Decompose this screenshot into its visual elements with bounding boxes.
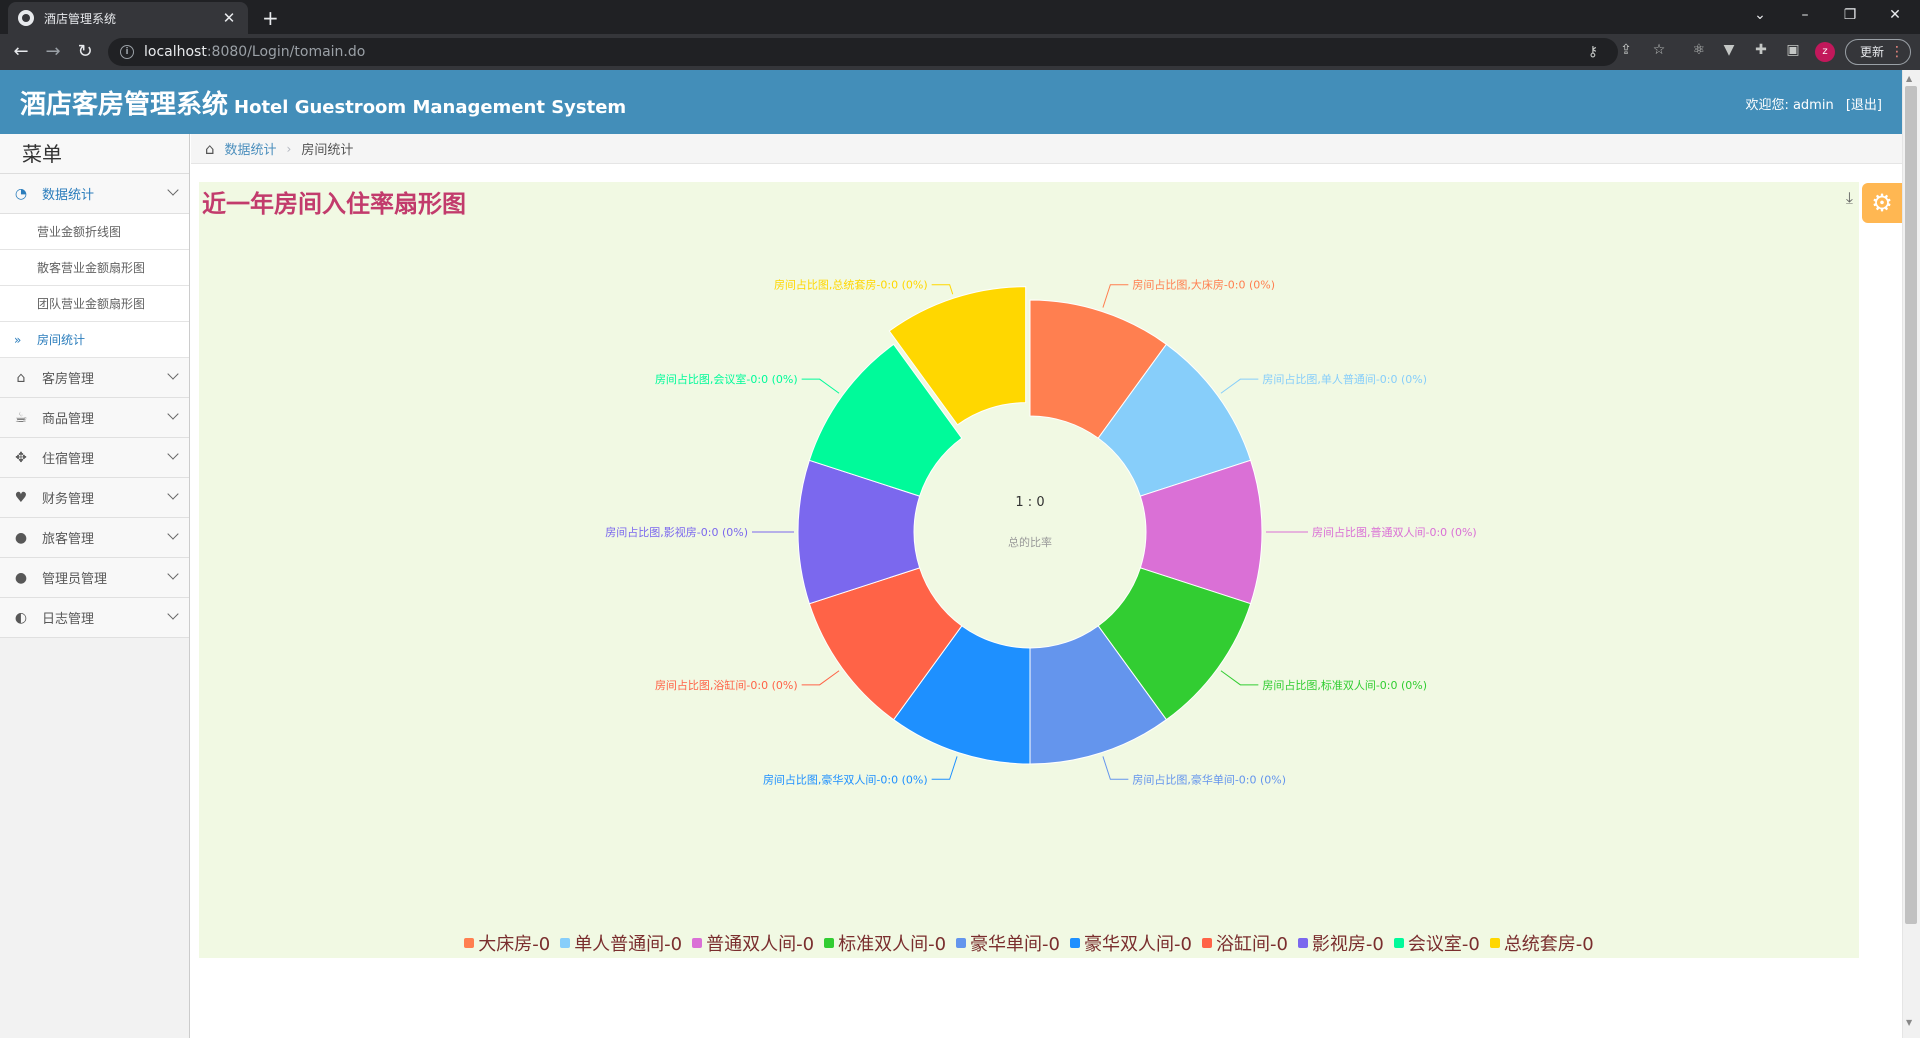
- label-leader-line: [1220, 670, 1259, 686]
- pie-chart: 房间占比图,大床房-0:0 (0%) 房间占比图,单人普通间-0:0 (0%) 房间…: [605, 278, 1477, 787]
- donut-center-subtext: 总的比率: [1008, 535, 1052, 549]
- slice-label: 房间占比图,豪华单间-0:0 (0%): [1132, 772, 1286, 786]
- legend-item[interactable]: 豪华双人间-0: [1070, 930, 1192, 956]
- legend-item[interactable]: 标准双人间-0: [824, 930, 946, 956]
- legend-label: 豪华单间-0: [970, 934, 1060, 955]
- legend-label: 豪华双人间-0: [1084, 934, 1192, 955]
- legend-item[interactable]: 普通双人间-0: [692, 930, 814, 956]
- legend-item[interactable]: 浴缸间-0: [1201, 930, 1288, 956]
- slice-label: 房间占比图,浴缸间-0:0 (0%): [655, 678, 798, 692]
- legend-swatch: [1393, 938, 1404, 948]
- legend-label: 浴缸间-0: [1215, 934, 1288, 955]
- legend-item[interactable]: 总统套房-0: [1489, 930, 1594, 956]
- chart-legend: 大床房-0 单人普通间-0 普通双人间-0 标准双人间-0 豪华单间-0 豪华双人间-0 浴…: [199, 931, 1859, 955]
- legend-item[interactable]: 大床房-0: [464, 930, 550, 956]
- legend-label: 普通双人间-0: [706, 934, 815, 955]
- slice-label: 房间占比图,大床房-0:0 (0%): [1132, 278, 1275, 292]
- legend-label: 总统套房-0: [1503, 934, 1594, 955]
- legend-item[interactable]: 单人普通间-0: [560, 930, 682, 956]
- slice-label: 房间占比图,单人普通间-0:0 (0%): [1262, 372, 1427, 386]
- scroll-down-arrow-icon[interactable]: ▼: [1906, 1018, 1912, 1027]
- legend-item[interactable]: 影视房-0: [1297, 930, 1384, 956]
- label-leader-line: [801, 378, 840, 394]
- slice-label: 房间占比图,会议室-0:0 (0%): [655, 372, 798, 386]
- label-leader-line: [1102, 756, 1129, 780]
- legend-label: 会议室-0: [1407, 934, 1480, 955]
- legend-swatch: [1070, 938, 1080, 948]
- legend-swatch: [824, 938, 835, 948]
- slice-label: 房间占比图,总统套房-0:0 (0%): [774, 278, 928, 292]
- legend-swatch: [956, 938, 967, 948]
- label-leader-line: [931, 284, 954, 295]
- legend-item[interactable]: 会议室-0: [1393, 930, 1480, 956]
- label-leader-line: [801, 670, 840, 686]
- legend-swatch: [692, 938, 703, 948]
- legend-label: 大床房-0: [478, 934, 551, 955]
- slice-label: 房间占比图,豪华双人间-0:0 (0%): [763, 772, 928, 786]
- legend-swatch: [464, 938, 475, 948]
- legend-swatch: [1297, 938, 1308, 948]
- legend-label: 标准双人间-0: [838, 934, 947, 955]
- scrollbar-thumb[interactable]: [1905, 86, 1917, 924]
- legend-swatch: [1489, 938, 1500, 948]
- slice-label: 房间占比图,标准双人间-0:0 (0%): [1262, 678, 1427, 692]
- legend-item[interactable]: 豪华单间-0: [956, 930, 1060, 956]
- legend-swatch: [1201, 938, 1212, 948]
- legend-label: 单人普通间-0: [574, 934, 683, 955]
- label-leader-line: [1102, 284, 1129, 308]
- legend-label: 影视房-0: [1311, 934, 1384, 955]
- label-leader-line: [1220, 378, 1259, 394]
- scroll-up-arrow-icon[interactable]: ▲: [1906, 74, 1912, 83]
- slice-label: 房间占比图,普通双人间-0:0 (0%): [1312, 525, 1477, 539]
- legend-swatch: [560, 938, 571, 948]
- donut-center-text: 1 : 0: [1015, 495, 1044, 510]
- label-leader-line: [931, 756, 958, 780]
- slice-label: 房间占比图,影视房-0:0 (0%): [605, 525, 748, 539]
